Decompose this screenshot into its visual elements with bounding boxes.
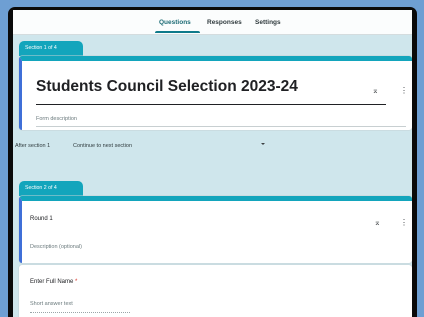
question-card[interactable]: Enter Full Name * Short answer text (19, 265, 412, 317)
after-section-control: After section 1 Continue to next section (15, 143, 132, 149)
section-title[interactable]: Round 1 (30, 216, 53, 222)
tab-responses[interactable]: Responses (207, 19, 242, 26)
description-underline (36, 126, 406, 127)
more-options-icon[interactable]: ⋮ (400, 87, 408, 95)
collapse-section-icon[interactable]: ⌅ (372, 87, 379, 95)
chevron-down-icon[interactable] (261, 143, 265, 145)
after-section-select[interactable]: Continue to next section (73, 143, 132, 149)
active-tab-indicator (155, 31, 200, 33)
short-answer-placeholder: Short answer text (30, 301, 73, 307)
top-tab-bar: Questions Responses Settings (13, 10, 412, 35)
section-1-tab: Section 1 of 4 (19, 41, 83, 56)
section-1-card[interactable]: Students Council Selection 2023-24 Form … (19, 56, 412, 130)
section-description-field[interactable]: Description (optional) (30, 244, 82, 250)
form-title[interactable]: Students Council Selection 2023-24 (36, 78, 298, 96)
section-2-card[interactable]: Round 1 Description (optional) ⌅ ⋮ (19, 196, 412, 263)
form-description-field[interactable]: Form description (36, 116, 77, 122)
section-2-tab: Section 2 of 4 (19, 181, 83, 196)
tab-settings[interactable]: Settings (255, 19, 281, 26)
form-editor: Questions Responses Settings Section 1 o… (13, 10, 412, 317)
required-asterisk: * (75, 279, 78, 285)
more-options-icon[interactable]: ⋮ (400, 219, 408, 227)
title-underline (36, 104, 386, 105)
answer-underline (30, 311, 130, 313)
after-section-label: After section 1 (15, 143, 51, 149)
collapse-section-icon[interactable]: ⌅ (374, 219, 381, 227)
tab-questions[interactable]: Questions (159, 19, 191, 26)
question-label[interactable]: Enter Full Name * (30, 279, 77, 285)
question-title: Enter Full Name (30, 279, 74, 285)
